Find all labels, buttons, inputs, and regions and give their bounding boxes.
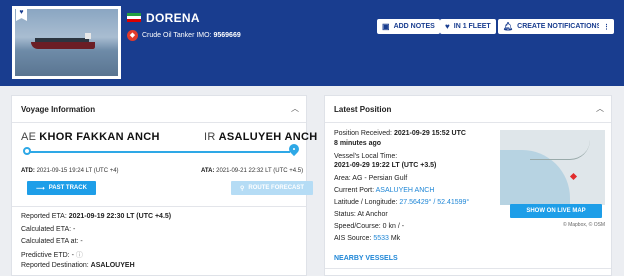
add-notes-button[interactable]: ▣ ADD NOTES (377, 19, 440, 34)
predictive-etd-label: Predictive ETD: (21, 252, 70, 259)
voyage-information-card: Voyage Information ︿ AE KHOR FAKKAN ANCH … (11, 95, 317, 276)
past-track-button[interactable]: ⟶ PAST TRACK (27, 181, 96, 195)
card-title: Latest Position (334, 105, 392, 114)
reported-eta-row: Reported ETA: 2021-09-19 22:30 LT (UTC +… (21, 213, 171, 220)
forecast-icon: ⚲ (239, 185, 245, 192)
status-label: Status: (334, 211, 356, 218)
collapse-chevron-icon[interactable]: ︿ (291, 103, 299, 114)
iran-flag-icon (127, 13, 141, 22)
reported-destination-label: Reported Destination: (21, 262, 89, 269)
ata-label: ATA: (201, 168, 215, 174)
vessel-name: DORENA (146, 11, 200, 25)
arrival-country-code: IR (204, 131, 216, 143)
atd-value: 2021-09-15 19:24 LT (UTC +4) (36, 168, 119, 174)
position-received-row: Position Received: 2021-09-29 15:52 UTC (334, 130, 466, 137)
vessel-type: Crude Oil Tanker (142, 32, 195, 39)
calculated-eta-row: Calculated ETA: - (21, 226, 75, 233)
vessel-header: ♥ DORENA ◆ Crude Oil Tanker IMO: 9569669… (0, 0, 624, 86)
calculated-eta-at-value: - (80, 238, 83, 245)
position-received-label: Position Received: (334, 130, 392, 137)
route-progress-line (28, 151, 290, 153)
imo-label: IMO: (196, 32, 212, 39)
reported-destination-row: Reported Destination: ASALOUYEH (21, 262, 135, 269)
speed-course-row: Speed/Course: 0 kn / - (334, 223, 404, 230)
reported-eta-value: 2021-09-19 22:30 LT (UTC +4.5) (68, 213, 172, 220)
show-on-live-map-button[interactable]: SHOW ON LIVE MAP (510, 204, 602, 218)
atd-label: ATD: (21, 168, 35, 174)
current-port-label: Current Port: (334, 187, 375, 194)
ata-line: ATA: 2021-09-21 22:32 LT (UTC +4.5) (201, 168, 303, 174)
local-time-text: 2021-09-29 19:22 LT (UTC +3.5) (334, 162, 437, 169)
arrival-pin-icon (286, 141, 302, 157)
imo-value: 9569669 (213, 32, 241, 39)
more-options-button[interactable]: ⋮ (599, 19, 614, 34)
tanker-type-icon: ◆ (127, 30, 138, 41)
predictive-etd-value: - (71, 252, 74, 259)
position-received-value: 2021-09-29 15:52 UTC (393, 130, 466, 137)
info-icon[interactable]: ⓘ (76, 252, 83, 259)
nearby-vessels-link[interactable]: NEARBY VESSELS (334, 255, 398, 262)
ais-source-row: AIS Source: 5533 Mk (334, 235, 400, 242)
position-map[interactable] (500, 130, 605, 205)
route-forecast-label: ROUTE FORECAST (248, 185, 305, 191)
departure-port[interactable]: AE KHOR FAKKAN ANCH (21, 131, 160, 143)
create-notifications-label: CREATE NOTIFICATIONS (517, 23, 602, 30)
status-value: At Anchor (357, 211, 388, 218)
predictive-etd-row: Predictive ETD: - ⓘ (21, 250, 83, 260)
departure-dot-icon (23, 147, 31, 155)
ais-source-link[interactable]: 5533 (373, 235, 389, 242)
position-age-value: 8 minutes ago (334, 140, 382, 147)
card-title: Voyage Information (21, 105, 96, 114)
heart-icon: ♥ (445, 22, 450, 31)
ata-value: 2021-09-21 22:32 LT (UTC +4.5) (216, 168, 304, 174)
arrival-port-name: ASALUYEH ANCH (218, 131, 318, 143)
route-forecast-button[interactable]: ⚲ ROUTE FORECAST (231, 181, 313, 195)
map-attribution[interactable]: © Mapbox, © OSM (563, 222, 605, 228)
kebab-menu-icon: ⋮ (603, 23, 610, 31)
vessel-position-marker-icon[interactable] (569, 172, 578, 181)
fleet-button[interactable]: ♥ IN 1 FLEET (440, 19, 496, 34)
bell-icon: 🔔︎ (503, 22, 514, 31)
status-row: Status: At Anchor (334, 211, 388, 218)
calculated-eta-value: - (73, 226, 76, 233)
atd-line: ATD: 2021-09-15 19:24 LT (UTC +4) (21, 168, 119, 174)
ais-source-label: AIS Source: (334, 235, 372, 242)
area-value: AG - Persian Gulf (352, 175, 408, 182)
speed-course-value: 0 kn / - (382, 223, 405, 230)
collapse-chevron-icon[interactable]: ︿ (596, 103, 604, 114)
ais-source-suffix: Mk (390, 235, 401, 242)
create-notifications-button[interactable]: 🔔︎ CREATE NOTIFICATIONS (498, 19, 607, 34)
local-time-label: Vessel's Local Time: (334, 153, 398, 160)
current-port-row: Current Port: ASALUYEH ANCH (334, 187, 434, 194)
position-age: 8 minutes ago (334, 140, 381, 147)
note-icon: ▣ (382, 22, 390, 31)
latlon-row: Latitude / Longitude: 27.56429° / 52.415… (334, 199, 469, 206)
calculated-eta-at-row: Calculated ETA at: - (21, 238, 83, 245)
vessel-photo[interactable] (12, 6, 121, 79)
add-notes-label: ADD NOTES (393, 23, 435, 30)
latest-position-card: Latest Position ︿ Position Received: 202… (324, 95, 612, 276)
departure-country-code: AE (21, 131, 37, 143)
speed-course-label: Speed/Course: (334, 223, 381, 230)
calculated-eta-at-label: Calculated ETA at: (21, 238, 79, 245)
reported-eta-label: Reported ETA: (21, 213, 67, 220)
latlon-link[interactable]: 27.56429° / 52.41599° (399, 199, 469, 206)
area-row: Area: AG - Persian Gulf (334, 175, 407, 182)
reported-destination-value: ASALOUYEH (90, 262, 135, 269)
track-arrow-icon: ⟶ (36, 185, 45, 192)
past-track-label: PAST TRACK (48, 185, 87, 191)
area-label: Area: (334, 175, 351, 182)
departure-port-name: KHOR FAKKAN ANCH (39, 131, 160, 143)
fleet-label: IN 1 FLEET (453, 23, 491, 30)
arrival-port[interactable]: IR ASALUYEH ANCH (204, 131, 317, 143)
vessel-meta: Crude Oil Tanker IMO: 9569669 (142, 32, 241, 39)
latlon-label: Latitude / Longitude: (334, 199, 398, 206)
current-port-link[interactable]: ASALUYEH ANCH (376, 187, 435, 194)
local-time-value: 2021-09-29 19:22 LT (UTC +3.5) (334, 162, 436, 169)
calculated-eta-label: Calculated ETA: (21, 226, 72, 233)
